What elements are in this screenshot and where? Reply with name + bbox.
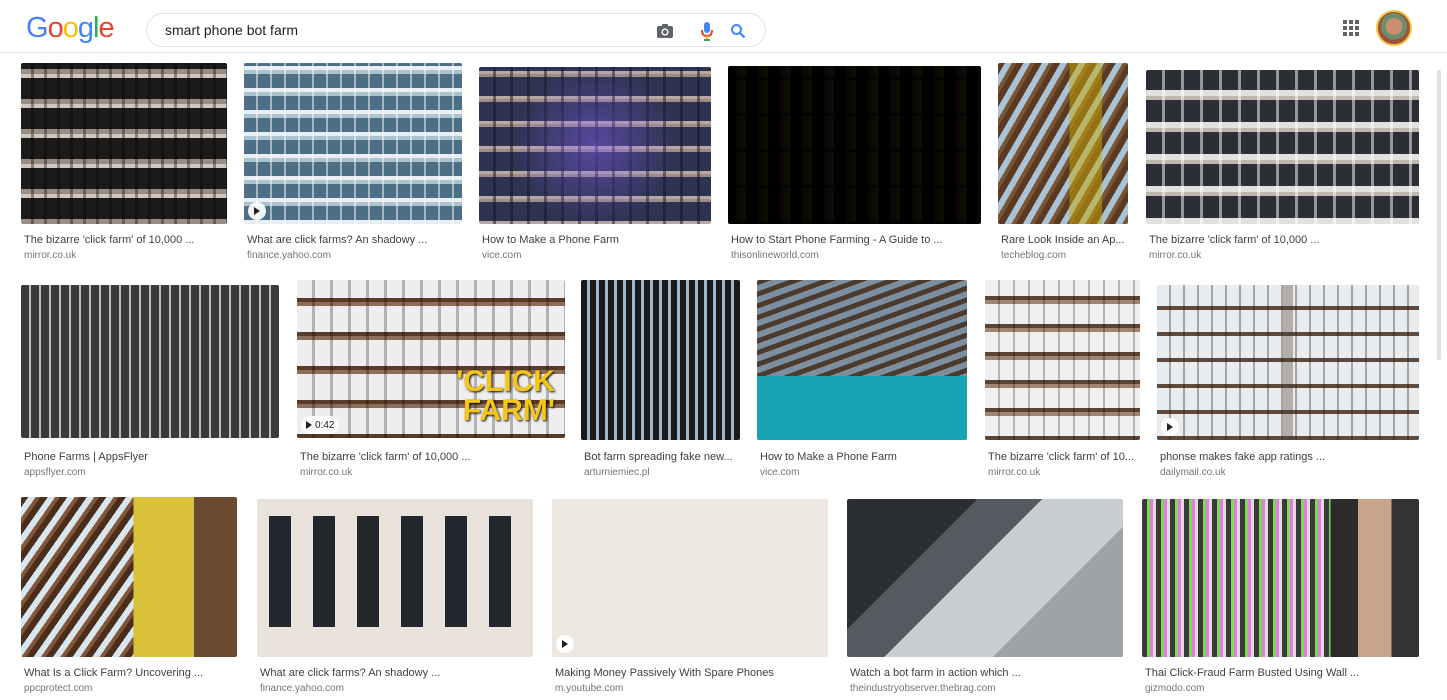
- image-result[interactable]: The bizarre 'click farm' of 10,000 ... m…: [21, 63, 229, 265]
- result-thumbnail[interactable]: [728, 66, 981, 224]
- video-badge: [1161, 418, 1179, 436]
- result-title[interactable]: Phone Farms | AppsFlyer: [24, 450, 148, 464]
- result-domain: theindustryobserver.thebrag.com: [850, 683, 996, 694]
- result-domain: vice.com: [760, 467, 800, 478]
- play-icon: [254, 207, 260, 215]
- result-thumbnail[interactable]: [581, 280, 740, 440]
- image-result[interactable]: What are click farms? An shadowy ... fin…: [257, 497, 535, 697]
- result-domain: arturniemiec.pl: [584, 467, 650, 478]
- video-badge: 0:42: [301, 416, 340, 434]
- result-title[interactable]: How to Make a Phone Farm: [760, 450, 897, 464]
- image-result[interactable]: Rare Look Inside an Ap... techeblog.com: [998, 63, 1130, 265]
- camera-icon[interactable]: [655, 21, 675, 41]
- result-domain: thisonlineworld.com: [731, 250, 819, 261]
- result-domain: ppcprotect.com: [24, 683, 93, 694]
- google-logo[interactable]: Google: [26, 10, 115, 46]
- top-bar: Google smart phone bot farm: [0, 0, 1447, 56]
- logo-letter: o: [47, 12, 64, 44]
- image-result[interactable]: Watch a bot farm in action which ... the…: [847, 497, 1125, 697]
- image-result[interactable]: What Is a Click Farm? Uncovering ... ppc…: [21, 497, 239, 697]
- apps-grid-icon[interactable]: [1341, 18, 1361, 38]
- result-thumbnail[interactable]: [21, 63, 227, 224]
- video-badge: [248, 202, 266, 220]
- result-thumbnail[interactable]: [257, 499, 533, 657]
- play-icon: [1167, 423, 1173, 431]
- result-title[interactable]: Bot farm spreading fake new...: [584, 450, 733, 464]
- result-thumbnail[interactable]: [1142, 499, 1419, 657]
- result-domain: mirror.co.uk: [24, 250, 77, 261]
- result-domain: gizmodo.com: [1145, 683, 1205, 694]
- result-title[interactable]: The bizarre 'click farm' of 10,000 ...: [1149, 233, 1320, 247]
- image-result[interactable]: Bot farm spreading fake new... arturniem…: [581, 280, 742, 482]
- image-result[interactable]: Thai Click-Fraud Farm Busted Using Wall …: [1142, 497, 1421, 697]
- result-thumbnail[interactable]: [552, 499, 828, 657]
- result-domain: m.youtube.com: [555, 683, 624, 694]
- thumbnail-caption: 'CLICK FARM': [456, 365, 555, 427]
- result-thumbnail[interactable]: [757, 280, 967, 440]
- microphone-icon[interactable]: [697, 21, 717, 41]
- result-domain: mirror.co.uk: [988, 467, 1041, 478]
- image-result[interactable]: phonse makes fake app ratings ... dailym…: [1157, 280, 1421, 482]
- logo-letter: g: [77, 12, 94, 44]
- result-domain: appsflyer.com: [24, 467, 86, 478]
- result-title[interactable]: How to Start Phone Farming - A Guide to …: [731, 233, 943, 247]
- result-thumbnail[interactable]: [21, 285, 279, 438]
- image-result[interactable]: The bizarre 'click farm' of 10,000 ... m…: [1146, 63, 1421, 265]
- result-title[interactable]: phonse makes fake app ratings ...: [1160, 450, 1325, 464]
- result-thumbnail[interactable]: 'CLICK FARM' 0:42: [297, 280, 565, 438]
- result-domain: techeblog.com: [1001, 250, 1067, 261]
- logo-letter: e: [98, 12, 114, 44]
- result-title[interactable]: The bizarre 'click farm' of 10...: [988, 450, 1134, 464]
- play-icon: [562, 640, 568, 648]
- result-title[interactable]: Rare Look Inside an Ap...: [1001, 233, 1125, 247]
- avatar[interactable]: [1376, 10, 1412, 46]
- search-input[interactable]: smart phone bot farm: [165, 22, 298, 39]
- result-title[interactable]: Making Money Passively With Spare Phones: [555, 666, 774, 680]
- result-thumbnail[interactable]: [847, 499, 1123, 657]
- result-domain: mirror.co.uk: [300, 467, 353, 478]
- header-divider: [0, 52, 1447, 53]
- image-result[interactable]: Making Money Passively With Spare Phones…: [552, 497, 830, 697]
- result-domain: finance.yahoo.com: [247, 250, 331, 261]
- image-result[interactable]: Phone Farms | AppsFlyer appsflyer.com: [21, 280, 281, 482]
- result-title[interactable]: Watch a bot farm in action which ...: [850, 666, 1021, 680]
- logo-letter: o: [62, 12, 79, 44]
- result-thumbnail[interactable]: [998, 63, 1128, 224]
- result-thumbnail[interactable]: [21, 497, 237, 657]
- result-thumbnail[interactable]: [479, 67, 711, 224]
- result-thumbnail[interactable]: [244, 63, 462, 224]
- result-title[interactable]: The bizarre 'click farm' of 10,000 ...: [300, 450, 471, 464]
- result-title[interactable]: What are click farms? An shadowy ...: [260, 666, 440, 680]
- result-title[interactable]: Thai Click-Fraud Farm Busted Using Wall …: [1145, 666, 1359, 680]
- result-title[interactable]: What are click farms? An shadowy ...: [247, 233, 427, 247]
- result-thumbnail[interactable]: [1157, 285, 1419, 440]
- logo-letter: G: [26, 12, 49, 44]
- image-result[interactable]: How to Make a Phone Farm vice.com: [479, 63, 713, 265]
- search-icon[interactable]: [728, 21, 748, 41]
- result-domain: mirror.co.uk: [1149, 250, 1202, 261]
- image-result[interactable]: The bizarre 'click farm' of 10... mirror…: [985, 280, 1142, 482]
- image-result[interactable]: How to Start Phone Farming - A Guide to …: [728, 63, 983, 265]
- result-title[interactable]: What Is a Click Farm? Uncovering ...: [24, 666, 203, 680]
- video-badge: [556, 635, 574, 653]
- video-duration: 0:42: [315, 419, 335, 431]
- search-box[interactable]: smart phone bot farm: [146, 13, 766, 47]
- image-result[interactable]: What are click farms? An shadowy ... fin…: [244, 63, 464, 265]
- image-result[interactable]: 'CLICK FARM' 0:42 The bizarre 'click far…: [297, 280, 567, 482]
- result-title[interactable]: The bizarre 'click farm' of 10,000 ...: [24, 233, 195, 247]
- result-domain: dailymail.co.uk: [1160, 467, 1226, 478]
- result-domain: finance.yahoo.com: [260, 683, 344, 694]
- result-title[interactable]: How to Make a Phone Farm: [482, 233, 619, 247]
- result-thumbnail[interactable]: [1146, 70, 1419, 224]
- result-thumbnail[interactable]: [985, 280, 1140, 440]
- play-icon: [306, 421, 312, 429]
- image-result[interactable]: How to Make a Phone Farm vice.com: [757, 280, 969, 482]
- scrollbar[interactable]: [1437, 70, 1441, 360]
- result-domain: vice.com: [482, 250, 522, 261]
